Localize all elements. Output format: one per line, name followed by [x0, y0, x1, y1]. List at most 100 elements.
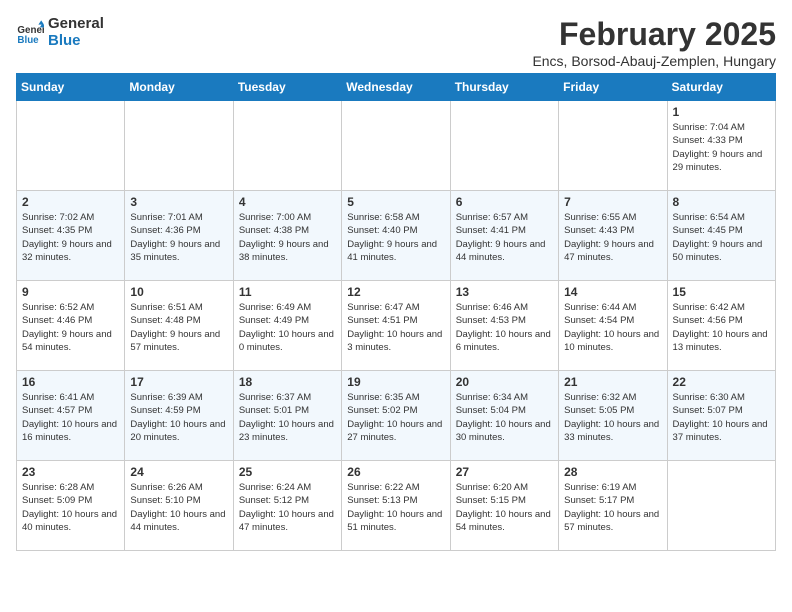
- calendar-cell: 26 Sunrise: 6:22 AM Sunset: 5:13 PM Dayli…: [342, 461, 450, 551]
- calendar-cell: 24 Sunrise: 6:26 AM Sunset: 5:10 PM Dayli…: [125, 461, 233, 551]
- day-number: 24: [130, 465, 227, 479]
- calendar-cell: [450, 101, 558, 191]
- calendar-cell: 23 Sunrise: 6:28 AM Sunset: 5:09 PM Dayli…: [17, 461, 125, 551]
- day-number: 17: [130, 375, 227, 389]
- calendar-cell: 14 Sunrise: 6:44 AM Sunset: 4:54 PM Dayli…: [559, 281, 667, 371]
- page-header: General Blue General Blue February 2025 …: [16, 16, 776, 69]
- calendar-cell: 25 Sunrise: 6:24 AM Sunset: 5:12 PM Dayli…: [233, 461, 341, 551]
- calendar-cell: 13Sunrise: 6:46 AM Sunset: 4:53 PM Dayli…: [450, 281, 558, 371]
- day-info: Sunrise: 6:57 AM Sunset: 4:41 PM Dayligh…: [456, 211, 553, 264]
- day-info: Sunrise: 6:55 AM Sunset: 4:43 PM Dayligh…: [564, 211, 661, 264]
- day-info: Sunrise: 6:54 AM Sunset: 4:45 PM Dayligh…: [673, 211, 770, 264]
- day-info: Sunrise: 6:22 AM Sunset: 5:13 PM Dayligh…: [347, 481, 444, 534]
- day-number: 14: [564, 285, 661, 299]
- day-info: Sunrise: 6:52 AM Sunset: 4:46 PM Dayligh…: [22, 301, 119, 354]
- day-number: 19: [347, 375, 444, 389]
- day-number: 10: [130, 285, 227, 299]
- calendar-cell: 21 Sunrise: 6:32 AM Sunset: 5:05 PM Dayli…: [559, 371, 667, 461]
- day-number: 28: [564, 465, 661, 479]
- day-number: 12: [347, 285, 444, 299]
- day-info: Sunrise: 6:37 AM Sunset: 5:01 PM Dayligh…: [239, 391, 336, 444]
- calendar-cell: 20 Sunrise: 6:34 AM Sunset: 5:04 PM Dayli…: [450, 371, 558, 461]
- day-info: Sunrise: 6:32 AM Sunset: 5:05 PM Dayligh…: [564, 391, 661, 444]
- calendar-cell: 15 Sunrise: 6:42 AM Sunset: 4:56 PM Dayli…: [667, 281, 775, 371]
- calendar-cell: 22Sunrise: 6:30 AM Sunset: 5:07 PM Dayli…: [667, 371, 775, 461]
- calendar-table: SundayMondayTuesdayWednesdayThursdayFrid…: [16, 73, 776, 551]
- day-info: Sunrise: 6:49 AM Sunset: 4:49 PM Dayligh…: [239, 301, 336, 354]
- day-number: 1: [673, 105, 770, 119]
- day-number: 25: [239, 465, 336, 479]
- calendar-cell: 27Sunrise: 6:20 AM Sunset: 5:15 PM Dayli…: [450, 461, 558, 551]
- calendar-cell: [233, 101, 341, 191]
- calendar-cell: 1Sunrise: 7:04 AM Sunset: 4:33 PM Daylig…: [667, 101, 775, 191]
- calendar-week-1: 1Sunrise: 7:04 AM Sunset: 4:33 PM Daylig…: [17, 101, 776, 191]
- day-info: Sunrise: 6:35 AM Sunset: 5:02 PM Dayligh…: [347, 391, 444, 444]
- day-number: 21: [564, 375, 661, 389]
- calendar-cell: 19 Sunrise: 6:35 AM Sunset: 5:02 PM Dayli…: [342, 371, 450, 461]
- calendar-cell: 17 Sunrise: 6:39 AM Sunset: 4:59 PM Dayli…: [125, 371, 233, 461]
- location-subtitle: Encs, Borsod-Abauj-Zemplen, Hungary: [532, 53, 776, 69]
- calendar-cell: 3 Sunrise: 7:01 AM Sunset: 4:36 PM Daylig…: [125, 191, 233, 281]
- day-info: Sunrise: 6:24 AM Sunset: 5:12 PM Dayligh…: [239, 481, 336, 534]
- calendar-header-row: SundayMondayTuesdayWednesdayThursdayFrid…: [17, 74, 776, 101]
- calendar-cell: 28 Sunrise: 6:19 AM Sunset: 5:17 PM Dayli…: [559, 461, 667, 551]
- calendar-cell: 18 Sunrise: 6:37 AM Sunset: 5:01 PM Dayli…: [233, 371, 341, 461]
- calendar-cell: 8 Sunrise: 6:54 AM Sunset: 4:45 PM Daylig…: [667, 191, 775, 281]
- calendar-cell: [342, 101, 450, 191]
- day-info: Sunrise: 6:19 AM Sunset: 5:17 PM Dayligh…: [564, 481, 661, 534]
- calendar-title-block: February 2025 Encs, Borsod-Abauj-Zemplen…: [532, 16, 776, 69]
- day-number: 23: [22, 465, 119, 479]
- calendar-cell: 2Sunrise: 7:02 AM Sunset: 4:35 PM Daylig…: [17, 191, 125, 281]
- day-number: 3: [130, 195, 227, 209]
- day-number: 18: [239, 375, 336, 389]
- header-tuesday: Tuesday: [233, 74, 341, 101]
- day-number: 9: [22, 285, 119, 299]
- day-info: Sunrise: 6:28 AM Sunset: 5:09 PM Dayligh…: [22, 481, 119, 534]
- calendar-cell: 12 Sunrise: 6:47 AM Sunset: 4:51 PM Dayli…: [342, 281, 450, 371]
- calendar-cell: 9 Sunrise: 6:52 AM Sunset: 4:46 PM Daylig…: [17, 281, 125, 371]
- day-number: 8: [673, 195, 770, 209]
- day-info: Sunrise: 6:39 AM Sunset: 4:59 PM Dayligh…: [130, 391, 227, 444]
- calendar-week-5: 23 Sunrise: 6:28 AM Sunset: 5:09 PM Dayli…: [17, 461, 776, 551]
- calendar-cell: 10Sunrise: 6:51 AM Sunset: 4:48 PM Dayli…: [125, 281, 233, 371]
- day-number: 20: [456, 375, 553, 389]
- day-info: Sunrise: 6:47 AM Sunset: 4:51 PM Dayligh…: [347, 301, 444, 354]
- month-year-title: February 2025: [532, 16, 776, 53]
- calendar-cell: [125, 101, 233, 191]
- calendar-week-3: 9 Sunrise: 6:52 AM Sunset: 4:46 PM Daylig…: [17, 281, 776, 371]
- header-thursday: Thursday: [450, 74, 558, 101]
- header-friday: Friday: [559, 74, 667, 101]
- day-info: Sunrise: 6:26 AM Sunset: 5:10 PM Dayligh…: [130, 481, 227, 534]
- logo: General Blue General Blue: [16, 16, 104, 49]
- day-info: Sunrise: 7:00 AM Sunset: 4:38 PM Dayligh…: [239, 211, 336, 264]
- day-info: Sunrise: 6:58 AM Sunset: 4:40 PM Dayligh…: [347, 211, 444, 264]
- day-info: Sunrise: 6:44 AM Sunset: 4:54 PM Dayligh…: [564, 301, 661, 354]
- day-number: 26: [347, 465, 444, 479]
- calendar-week-2: 2Sunrise: 7:02 AM Sunset: 4:35 PM Daylig…: [17, 191, 776, 281]
- day-number: 7: [564, 195, 661, 209]
- day-info: Sunrise: 6:46 AM Sunset: 4:53 PM Dayligh…: [456, 301, 553, 354]
- day-info: Sunrise: 6:41 AM Sunset: 4:57 PM Dayligh…: [22, 391, 119, 444]
- day-number: 5: [347, 195, 444, 209]
- day-info: Sunrise: 6:42 AM Sunset: 4:56 PM Dayligh…: [673, 301, 770, 354]
- header-saturday: Saturday: [667, 74, 775, 101]
- calendar-cell: 7 Sunrise: 6:55 AM Sunset: 4:43 PM Daylig…: [559, 191, 667, 281]
- header-sunday: Sunday: [17, 74, 125, 101]
- calendar-week-4: 16 Sunrise: 6:41 AM Sunset: 4:57 PM Dayli…: [17, 371, 776, 461]
- day-number: 22: [673, 375, 770, 389]
- calendar-cell: 11 Sunrise: 6:49 AM Sunset: 4:49 PM Dayli…: [233, 281, 341, 371]
- day-number: 4: [239, 195, 336, 209]
- day-number: 15: [673, 285, 770, 299]
- logo-icon: General Blue: [16, 19, 44, 47]
- calendar-cell: 5 Sunrise: 6:58 AM Sunset: 4:40 PM Daylig…: [342, 191, 450, 281]
- calendar-cell: [17, 101, 125, 191]
- calendar-cell: [667, 461, 775, 551]
- svg-text:Blue: Blue: [17, 34, 39, 45]
- day-number: 2: [22, 195, 119, 209]
- day-number: 16: [22, 375, 119, 389]
- calendar-cell: 6Sunrise: 6:57 AM Sunset: 4:41 PM Daylig…: [450, 191, 558, 281]
- day-info: Sunrise: 7:01 AM Sunset: 4:36 PM Dayligh…: [130, 211, 227, 264]
- header-wednesday: Wednesday: [342, 74, 450, 101]
- day-info: Sunrise: 6:34 AM Sunset: 5:04 PM Dayligh…: [456, 391, 553, 444]
- day-number: 11: [239, 285, 336, 299]
